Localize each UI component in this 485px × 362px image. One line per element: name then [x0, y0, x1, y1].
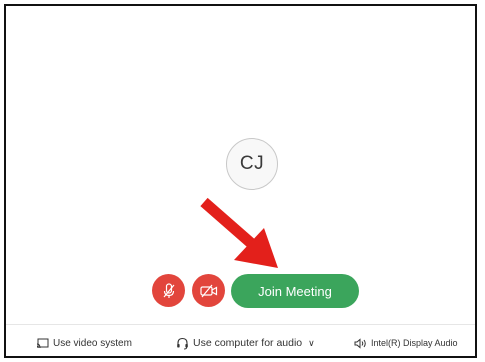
- chevron-down-icon: ∨: [308, 337, 315, 348]
- video-off-icon: [199, 284, 217, 297]
- audio-option-label: Use computer for audio: [193, 337, 303, 349]
- speaker-label: Intel(R) Display Audio: [371, 338, 458, 348]
- meeting-preview-window: CJ Join Meeting Use video system Use com…: [4, 4, 477, 358]
- audio-option-dropdown[interactable]: Use computer for audio ∨: [176, 337, 315, 350]
- cast-icon: [36, 338, 49, 348]
- mic-off-icon: [163, 282, 174, 298]
- mute-button[interactable]: [152, 274, 185, 307]
- headset-icon: [177, 337, 188, 349]
- join-meeting-label: Join Meeting: [258, 283, 332, 299]
- speaker-selector[interactable]: Intel(R) Display Audio: [354, 337, 458, 349]
- bottom-bar: Use video system Use computer for audio …: [6, 324, 475, 356]
- use-video-system-button[interactable]: Use video system: [36, 338, 132, 349]
- speaker-icon: [354, 337, 366, 349]
- video-button[interactable]: [192, 274, 225, 307]
- use-video-system-label: Use video system: [53, 337, 132, 349]
- join-meeting-button[interactable]: Join Meeting: [231, 274, 359, 308]
